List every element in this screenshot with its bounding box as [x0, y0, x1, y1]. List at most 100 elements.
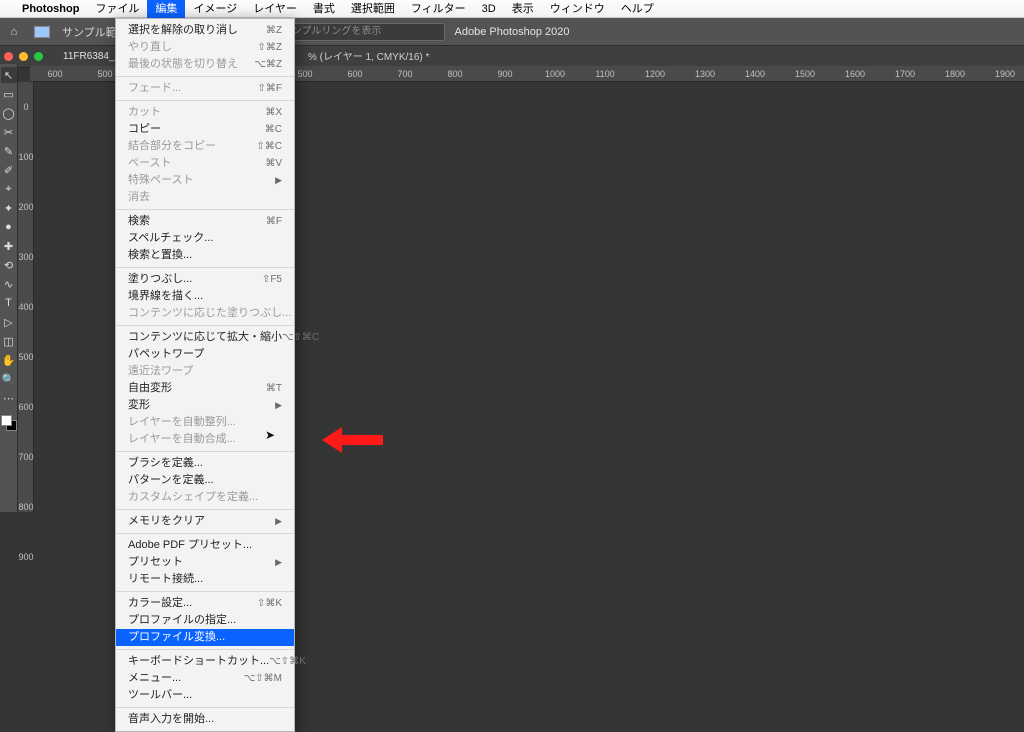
menu-item: レイヤーを自動整列... [116, 414, 294, 431]
ruler-tick: 1200 [630, 66, 680, 81]
menu-item: 特殊ペースト▶ [116, 172, 294, 189]
tool-3[interactable]: ✂ [1, 124, 17, 140]
search-field[interactable]: サンプルリングを表示 [275, 23, 445, 41]
menu-item[interactable]: メニュー...⌥⇧⌘M [116, 670, 294, 687]
menu-item[interactable]: 変形▶ [116, 397, 294, 414]
tool-6[interactable]: ⌖ [1, 181, 17, 197]
menu-item[interactable]: スペルチェック... [116, 230, 294, 247]
menu-item[interactable]: カラー設定...⇧⌘K [116, 595, 294, 612]
app-name[interactable]: Photoshop [14, 0, 87, 18]
home-icon[interactable]: ⌂ [6, 24, 22, 40]
ruler-tick: 500 [18, 332, 34, 382]
menu-item[interactable]: メモリをクリア▶ [116, 513, 294, 530]
tool-9[interactable]: ✚ [1, 238, 17, 254]
menu-item: カスタムシェイプを定義... [116, 489, 294, 506]
annotation-arrow [322, 427, 383, 453]
menu-item: ペースト⌘V [116, 155, 294, 172]
menu-item[interactable]: プロファイル変換... [116, 629, 294, 646]
menu-item-選択範囲[interactable]: 選択範囲 [343, 0, 403, 18]
menu-item-書式[interactable]: 書式 [305, 0, 343, 18]
ruler-tick: 900 [480, 66, 530, 81]
ruler-tick: 1600 [830, 66, 880, 81]
tool-2[interactable]: ◯ [1, 105, 17, 121]
menu-item[interactable]: コピー⌘C [116, 121, 294, 138]
menu-item-表示[interactable]: 表示 [504, 0, 542, 18]
menu-item-イメージ[interactable]: イメージ [185, 0, 245, 18]
menu-item: 最後の状態を切り替え⌥⌘Z [116, 56, 294, 73]
ruler-tick: 1500 [780, 66, 830, 81]
tool-8[interactable]: ● [1, 219, 17, 235]
menu-item[interactable]: キーボードショートカット...⌥⇧⌘K [116, 653, 294, 670]
menu-item-編集[interactable]: 編集 [147, 0, 185, 18]
mac-menubar: Photoshop ファイル編集イメージレイヤー書式選択範囲フィルター3D表示ウ… [0, 0, 1024, 18]
ruler-tick: 400 [18, 282, 34, 332]
ruler-tick: 1900 [980, 66, 1024, 81]
ruler-vertical[interactable]: 0100200300400500600700800900 [18, 82, 34, 512]
minimize-icon[interactable] [19, 52, 28, 61]
menu-item-レイヤー[interactable]: レイヤー [245, 0, 305, 18]
edit-menu: 選択を解除の取り消し⌘Zやり直し⇧⌘Z最後の状態を切り替え⌥⌘Zフェード...⇧… [115, 18, 295, 732]
menu-item: 遠近法ワープ [116, 363, 294, 380]
menu-item[interactable]: プリセット▶ [116, 554, 294, 571]
menu-item[interactable]: ブラシを定義... [116, 455, 294, 472]
menu-item[interactable]: プロファイルの指定... [116, 612, 294, 629]
tool-17[interactable]: ⋯ [1, 390, 17, 406]
tool-1[interactable]: ▭ [1, 86, 17, 102]
tool-5[interactable]: ✐ [1, 162, 17, 178]
menu-item[interactable]: ツールバー... [116, 687, 294, 704]
menu-item[interactable]: 検索と置換... [116, 247, 294, 264]
tool-16[interactable]: 🔍 [1, 371, 17, 387]
tools-panel: ↖ ▭ ◯ ✂ ✎ ✐ ⌖ ✦ ● ✚ ⟲ ∿ T ▷ ◫ ✋ 🔍 ⋯ [0, 64, 18, 512]
ruler-tick: 1300 [680, 66, 730, 81]
menu-item[interactable]: 音声入力を開始... [116, 711, 294, 728]
tool-13[interactable]: ▷ [1, 314, 17, 330]
menu-item[interactable]: 選択を解除の取り消し⌘Z [116, 22, 294, 39]
ruler-tick: 300 [18, 232, 34, 282]
ruler-tick: 600 [330, 66, 380, 81]
sample-swatch[interactable] [34, 26, 50, 38]
tool-12[interactable]: T [1, 295, 17, 311]
menu-item[interactable]: リモート接続... [116, 571, 294, 588]
menu-item: コンテンツに応じた塗りつぶし... [116, 305, 294, 322]
menu-item-ウィンドウ[interactable]: ウィンドウ [542, 0, 613, 18]
ruler-tick: 1400 [730, 66, 780, 81]
close-icon[interactable] [4, 52, 13, 61]
menu-item[interactable]: 検索⌘F [116, 213, 294, 230]
tool-10[interactable]: ⟲ [1, 257, 17, 273]
ruler-tick: 1000 [530, 66, 580, 81]
menu-item[interactable]: Adobe PDF プリセット... [116, 537, 294, 554]
tool-14[interactable]: ◫ [1, 333, 17, 349]
ruler-tick: 700 [380, 66, 430, 81]
tool-0[interactable]: ↖ [1, 67, 17, 83]
tool-4[interactable]: ✎ [1, 143, 17, 159]
menu-item: レイヤーを自動合成... [116, 431, 294, 448]
menu-item[interactable]: 境界線を描く... [116, 288, 294, 305]
document-info: % (レイヤー 1, CMYK/16) * [308, 48, 429, 63]
traffic-lights [4, 52, 43, 61]
menu-item[interactable]: 塗りつぶし...⇧F5 [116, 271, 294, 288]
ruler-tick: 1700 [880, 66, 930, 81]
ruler-tick: 1800 [930, 66, 980, 81]
app-title: Adobe Photoshop 2020 [455, 26, 570, 38]
menu-item-ヘルプ[interactable]: ヘルプ [613, 0, 662, 18]
maximize-icon[interactable] [34, 52, 43, 61]
menu-item: カット⌘X [116, 104, 294, 121]
color-swatches[interactable] [1, 415, 17, 431]
ruler-tick: 100 [18, 132, 34, 182]
menu-item[interactable]: パペットワープ [116, 346, 294, 363]
ruler-tick: 0 [18, 82, 34, 132]
ruler-tick: 800 [430, 66, 480, 81]
menu-item-ファイル[interactable]: ファイル [87, 0, 147, 18]
menu-item[interactable]: パターンを定義... [116, 472, 294, 489]
menu-item-3D[interactable]: 3D [474, 0, 504, 18]
tool-7[interactable]: ✦ [1, 200, 17, 216]
menu-item[interactable]: 自由変形⌘T [116, 380, 294, 397]
ruler-tick: 900 [18, 532, 34, 582]
tool-11[interactable]: ∿ [1, 276, 17, 292]
menu-item-フィルター[interactable]: フィルター [403, 0, 474, 18]
tool-15[interactable]: ✋ [1, 352, 17, 368]
menu-item: 消去 [116, 189, 294, 206]
ruler-tick: 600 [18, 382, 34, 432]
ruler-tick: 1100 [580, 66, 630, 81]
menu-item[interactable]: コンテンツに応じて拡大・縮小⌥⇧⌘C [116, 329, 294, 346]
